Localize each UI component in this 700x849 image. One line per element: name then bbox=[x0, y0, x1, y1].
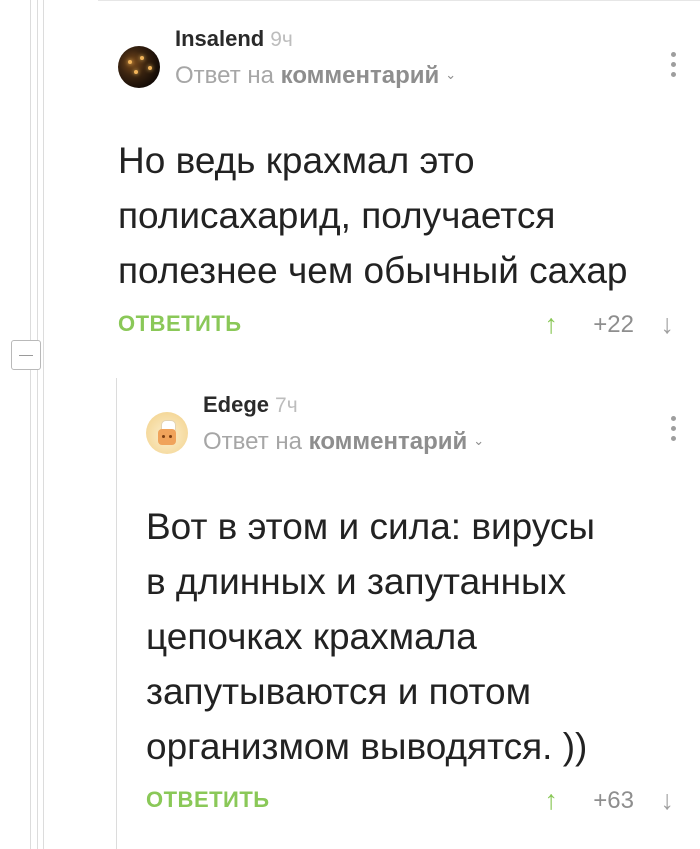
comment-actions: ОТВЕТИТЬ ↑ +63 ↓ bbox=[146, 785, 678, 817]
chevron-down-icon[interactable]: ⌄ bbox=[445, 67, 456, 83]
reply-to-link[interactable]: комментарий bbox=[309, 428, 468, 455]
username[interactable]: Edege bbox=[203, 392, 269, 417]
comment-score: +63 bbox=[593, 787, 634, 814]
chevron-down-icon[interactable]: ⌄ bbox=[473, 433, 484, 449]
arrow-down-icon[interactable]: ↓ bbox=[661, 309, 675, 340]
reply-to-prefix: Ответ на bbox=[175, 62, 274, 89]
timestamp: 9ч bbox=[270, 28, 293, 51]
reply-to-line: Ответ на комментарий ⌄ bbox=[203, 428, 633, 456]
avatar[interactable] bbox=[146, 412, 188, 454]
more-vertical-icon[interactable] bbox=[668, 52, 678, 80]
reply-to-link[interactable]: комментарий bbox=[281, 62, 440, 89]
divider bbox=[98, 0, 700, 1]
comment-thread: Insalend 9ч Ответ на комментарий ⌄ Но ведь… bbox=[0, 0, 700, 849]
reply-to-prefix: Ответ на bbox=[203, 428, 302, 455]
comment-score: +22 bbox=[593, 311, 634, 338]
arrow-up-icon[interactable]: ↑ bbox=[545, 309, 559, 340]
reply-thread-line bbox=[116, 378, 117, 849]
arrow-up-icon[interactable]: ↑ bbox=[545, 785, 559, 816]
comment-meta: Edege 7ч Ответ на комментарий ⌄ bbox=[203, 392, 633, 456]
more-vertical-icon[interactable] bbox=[668, 416, 678, 444]
reply-button[interactable]: ОТВЕТИТЬ bbox=[146, 787, 270, 813]
comment-body: Вот в этом и сила: вирусы в длинных и за… bbox=[146, 506, 596, 767]
reply-button[interactable]: ОТВЕТИТЬ bbox=[118, 311, 242, 337]
reply-to-line: Ответ на комментарий ⌄ bbox=[175, 62, 605, 90]
arrow-down-icon[interactable]: ↓ bbox=[661, 785, 675, 816]
comment-actions: ОТВЕТИТЬ ↑ +22 ↓ bbox=[118, 309, 678, 341]
username[interactable]: Insalend bbox=[175, 26, 264, 51]
collapse-minus-icon[interactable] bbox=[11, 340, 41, 370]
thread-guide-line bbox=[30, 0, 31, 849]
timestamp: 7ч bbox=[275, 394, 298, 417]
comment-meta: Insalend 9ч Ответ на комментарий ⌄ bbox=[175, 26, 605, 90]
comment-body: Но ведь крахмал это полисахарид, получае… bbox=[118, 140, 628, 291]
thread-guide-line bbox=[37, 0, 38, 849]
avatar[interactable] bbox=[118, 46, 160, 88]
thread-guide-line bbox=[43, 0, 44, 849]
